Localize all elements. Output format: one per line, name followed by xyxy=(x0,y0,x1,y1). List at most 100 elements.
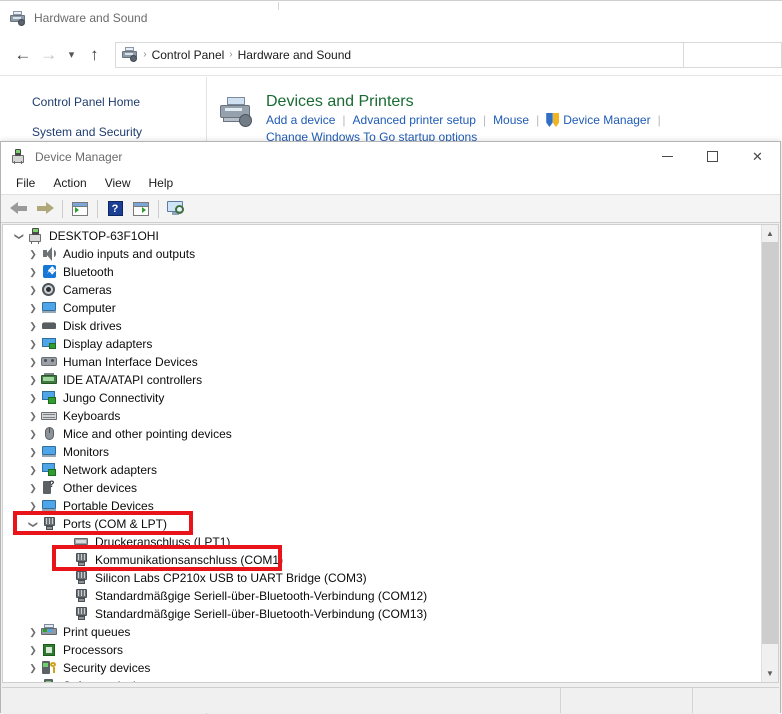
tree-item[interactable]: Silicon Labs CP210x USB to UART Bridge (… xyxy=(3,569,761,587)
devices-and-printers-links: Add a device | Advanced printer setup | … xyxy=(266,113,668,127)
tree-item[interactable]: Ports (COM & LPT) xyxy=(3,515,761,533)
scroll-down-icon[interactable]: ▼ xyxy=(762,665,778,682)
camera-icon xyxy=(41,282,58,298)
link-mouse[interactable]: Mouse xyxy=(493,113,529,127)
disk-icon xyxy=(41,318,58,334)
printer-icon xyxy=(10,10,26,26)
tree-item-label: Print queues xyxy=(63,625,131,639)
tree-item[interactable]: IDE ATA/ATAPI controllers xyxy=(3,371,761,389)
menu-action[interactable]: Action xyxy=(44,173,95,193)
tree-item[interactable]: DESKTOP-63F1OHI xyxy=(3,227,761,245)
tree-item[interactable]: Audio inputs and outputs xyxy=(3,245,761,263)
expand-icon[interactable] xyxy=(25,303,41,314)
forward-icon[interactable] xyxy=(32,197,58,221)
expand-icon[interactable] xyxy=(25,339,41,350)
tree-item[interactable]: Processors xyxy=(3,641,761,659)
expand-icon[interactable] xyxy=(25,645,41,656)
device-manager-window: Device Manager ✕ File Action View Help ?… xyxy=(0,141,781,713)
update-driver-icon[interactable] xyxy=(128,197,154,221)
properties-icon[interactable] xyxy=(67,197,93,221)
expand-icon[interactable] xyxy=(25,627,41,638)
vertical-scrollbar[interactable]: ▲ ▼ xyxy=(761,225,778,682)
port-icon xyxy=(41,516,58,532)
tree-item[interactable]: Portable Devices xyxy=(3,497,761,515)
link-advanced-printer-setup[interactable]: Advanced printer setup xyxy=(353,113,476,127)
tree-item-label: Disk drives xyxy=(63,319,122,333)
breadcrumb-item-control-panel[interactable]: Control Panel xyxy=(148,48,229,62)
port-icon xyxy=(73,588,90,604)
device-manager-title: Device Manager xyxy=(35,149,123,164)
link-divider: | xyxy=(536,113,540,127)
tree-item[interactable]: ? Other devices xyxy=(3,479,761,497)
scan-hardware-changes-icon[interactable] xyxy=(163,197,189,221)
tree-item[interactable]: Software devices xyxy=(3,677,761,682)
tree-item-label: Kommunikationsanschluss (COM1) xyxy=(95,553,284,567)
expand-icon[interactable] xyxy=(25,285,41,296)
search-input[interactable] xyxy=(682,41,782,68)
tree-item-label: Keyboards xyxy=(63,409,121,423)
tree-item[interactable]: Disk drives xyxy=(3,317,761,335)
tree-item[interactable]: Monitors xyxy=(3,443,761,461)
up-button[interactable]: ↑ xyxy=(81,42,107,68)
tree-item[interactable]: Human Interface Devices xyxy=(3,353,761,371)
devices-and-printers-heading[interactable]: Devices and Printers xyxy=(266,93,668,111)
tree-item[interactable]: Jungo Connectivity xyxy=(3,389,761,407)
expand-icon[interactable] xyxy=(25,501,41,512)
tree-item[interactable]: Network adapters xyxy=(3,461,761,479)
link-device-manager[interactable]: Device Manager xyxy=(563,113,650,127)
device-tree[interactable]: DESKTOP-63F1OHI Audio inputs and outputs ✥… xyxy=(3,225,761,682)
tree-item[interactable]: Print queues xyxy=(3,623,761,641)
expand-icon[interactable] xyxy=(25,375,41,386)
port-icon xyxy=(73,570,90,586)
sidebar-item-control-panel-home[interactable]: Control Panel Home xyxy=(0,91,206,113)
tree-item[interactable]: Standardmäßgige Seriell-über-Bluetooth-V… xyxy=(3,587,761,605)
tree-item[interactable]: ✥ Bluetooth xyxy=(3,263,761,281)
forward-button[interactable]: → xyxy=(36,42,62,68)
expand-icon[interactable] xyxy=(25,663,41,674)
tree-item[interactable]: Keyboards xyxy=(3,407,761,425)
back-button[interactable]: ← xyxy=(10,42,36,68)
expand-icon[interactable] xyxy=(25,411,41,422)
sidebar-item-system-and-security[interactable]: System and Security xyxy=(0,121,206,143)
expand-icon[interactable] xyxy=(25,357,41,368)
tree-item[interactable]: Display adapters xyxy=(3,335,761,353)
menu-view[interactable]: View xyxy=(96,173,140,193)
titlebar-divider xyxy=(278,2,279,10)
minimize-button[interactable] xyxy=(645,142,690,171)
tree-item[interactable]: Security devices xyxy=(3,659,761,677)
recent-locations-button[interactable]: ▾ xyxy=(62,42,82,68)
help-icon[interactable]: ? xyxy=(102,197,128,221)
tree-item[interactable]: Kommunikationsanschluss (COM1) xyxy=(3,551,761,569)
tree-item[interactable]: Standardmäßgige Seriell-über-Bluetooth-V… xyxy=(3,605,761,623)
expand-icon[interactable] xyxy=(25,321,41,332)
expand-icon[interactable] xyxy=(25,393,41,404)
close-icon[interactable]: ✕ xyxy=(735,142,780,171)
scrollbar-thumb[interactable] xyxy=(762,242,778,644)
ide-controller-icon xyxy=(41,372,58,388)
expand-icon[interactable] xyxy=(25,249,41,260)
expand-icon[interactable] xyxy=(25,429,41,440)
scroll-up-icon[interactable]: ▲ xyxy=(762,225,778,242)
tree-item[interactable]: Mice and other pointing devices xyxy=(3,425,761,443)
expand-icon[interactable] xyxy=(25,465,41,476)
maximize-button[interactable] xyxy=(690,142,735,171)
network-icon xyxy=(41,462,58,478)
expand-icon[interactable] xyxy=(25,267,41,278)
collapse-icon[interactable] xyxy=(11,231,27,242)
devices-and-printers-section: Devices and Printers Add a device | Adva… xyxy=(220,93,782,144)
tree-item-label: Software devices xyxy=(62,679,154,682)
expand-icon[interactable] xyxy=(25,483,41,494)
collapse-icon[interactable] xyxy=(25,519,41,530)
address-bar[interactable]: › Control Panel › Hardware and Sound xyxy=(115,41,684,68)
menu-help[interactable]: Help xyxy=(140,173,183,193)
menu-file[interactable]: File xyxy=(7,173,44,193)
expand-icon[interactable] xyxy=(25,681,41,683)
tree-item[interactable]: Cameras xyxy=(3,281,761,299)
link-add-a-device[interactable]: Add a device xyxy=(266,113,335,127)
other-device-icon: ? xyxy=(41,480,58,496)
back-icon[interactable] xyxy=(6,197,32,221)
tree-item[interactable]: Computer xyxy=(3,299,761,317)
expand-icon[interactable] xyxy=(25,447,41,458)
breadcrumb-item-hardware-and-sound[interactable]: Hardware and Sound xyxy=(234,48,355,62)
tree-item[interactable]: Druckeranschluss (LPT1) xyxy=(3,533,761,551)
